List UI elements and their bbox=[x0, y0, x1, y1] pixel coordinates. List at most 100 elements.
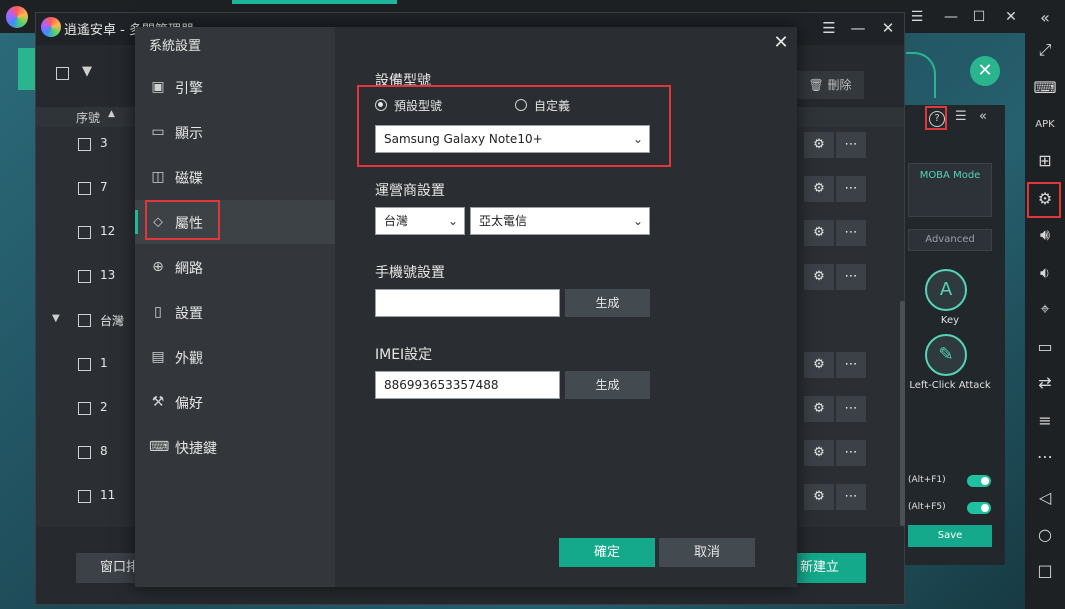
minimize-icon[interactable]: — bbox=[940, 6, 962, 28]
ok-button[interactable]: 確定 bbox=[559, 538, 655, 567]
keymap-save-button[interactable]: Save bbox=[908, 525, 992, 547]
volume-up-icon[interactable]: 🔊︎ bbox=[1033, 223, 1057, 247]
group-checkbox[interactable] bbox=[78, 314, 91, 327]
row-more-button[interactable]: ⋯ bbox=[836, 132, 866, 158]
sync-icon[interactable]: ⇄ bbox=[1033, 371, 1057, 395]
add-window-icon[interactable]: ⊞ bbox=[1033, 149, 1057, 173]
home-icon[interactable]: ○ bbox=[1033, 523, 1057, 547]
settings-sidebar: 系統設置 ▣ 引擎 ▭ 顯示 ◫ 磁碟 ⬦ 屬性 ⊕ 網路 ▯ 設置 ▤ 外觀 ⚒ 偏好 ⌨ 快捷鍵 bbox=[135, 27, 335, 587]
back-icon[interactable]: ◁ bbox=[1033, 486, 1057, 510]
row-settings-button[interactable]: ⚙ bbox=[804, 220, 834, 246]
row-more-button[interactable]: ⋯ bbox=[836, 352, 866, 378]
location-icon[interactable]: ⌖ bbox=[1033, 297, 1057, 321]
nav-item-label: 網路 bbox=[175, 261, 203, 277]
nav-item-7[interactable]: ⚒ 偏好 bbox=[135, 380, 335, 424]
nav-item-label: 偏好 bbox=[175, 396, 203, 412]
maximize-icon[interactable]: ☐ bbox=[968, 6, 990, 28]
keyboard-icon[interactable]: ⌨ bbox=[1033, 76, 1057, 100]
nav-item-1[interactable]: ▭ 顯示 bbox=[135, 110, 335, 154]
row-more-button[interactable]: ⋯ bbox=[836, 396, 866, 422]
dialog-close-icon[interactable]: ✕ bbox=[771, 33, 791, 53]
row-checkbox[interactable] bbox=[78, 402, 91, 415]
list-icon[interactable]: ≡ bbox=[1033, 409, 1057, 433]
nav-item-8[interactable]: ⌨ 快捷鍵 bbox=[135, 425, 335, 469]
help-highlight-box bbox=[925, 106, 947, 130]
collapse-icon[interactable]: « bbox=[1033, 6, 1057, 30]
keymap-collapse-icon[interactable]: « bbox=[979, 109, 987, 124]
row-checkbox[interactable] bbox=[78, 490, 91, 503]
more-icon[interactable]: ⋯ bbox=[1033, 445, 1057, 469]
moba-mode-box[interactable]: MOBA Mode bbox=[908, 163, 992, 217]
filter-icon[interactable]: ▼ bbox=[82, 64, 92, 79]
imei-label: IMEI設定 bbox=[375, 347, 433, 363]
row-settings-button[interactable]: ⚙ bbox=[804, 176, 834, 202]
right-toolbar: « ⤢ ⌨ APK ⊞ ⚙ 🔊︎ 🔉︎ ⌖ ▭ ⇄ ≡ ⋯ ◁ ○ □ bbox=[1025, 0, 1065, 609]
row-settings-button[interactable]: ⚙ bbox=[804, 440, 834, 466]
apk-icon[interactable]: APK bbox=[1033, 113, 1057, 137]
volume-down-icon[interactable]: 🔉︎ bbox=[1033, 261, 1057, 285]
create-new-button[interactable]: 新建立 bbox=[788, 553, 866, 583]
row-settings-button[interactable]: ⚙ bbox=[804, 396, 834, 422]
row-checkbox[interactable] bbox=[78, 182, 91, 195]
cancel-button[interactable]: 取消 bbox=[659, 538, 755, 567]
menu-icon[interactable]: ☰ bbox=[906, 6, 928, 28]
manager-close-icon[interactable]: ✕ bbox=[878, 18, 898, 38]
nav-item-0[interactable]: ▣ 引擎 bbox=[135, 65, 335, 109]
row-settings-button[interactable]: ⚙ bbox=[804, 484, 834, 510]
carrier-region-select[interactable]: 台灣 ⌄ bbox=[375, 207, 465, 235]
folder-icon[interactable]: ▭ bbox=[1033, 335, 1057, 359]
arrange-windows-button[interactable]: 窗口排 bbox=[76, 553, 140, 583]
close-keymap-icon[interactable]: ✕ bbox=[970, 56, 1000, 86]
key-button[interactable]: A bbox=[925, 269, 967, 311]
phone-generate-button[interactable]: 生成 bbox=[565, 289, 650, 317]
nav-item-label: 快捷鍵 bbox=[175, 441, 217, 457]
dialog-title: 系統設置 bbox=[149, 39, 202, 54]
left-click-attack-button[interactable]: ✎ bbox=[925, 334, 967, 376]
sort-asc-icon[interactable]: ▲ bbox=[108, 109, 115, 119]
row-checkbox[interactable] bbox=[78, 226, 91, 239]
row-index: 12 bbox=[100, 224, 116, 238]
nav-item-label: 顯示 bbox=[175, 126, 203, 142]
app-logo-icon bbox=[6, 6, 28, 28]
settings-content: ✕ 設備型號 預設型號 自定義 Samsung Galaxy Note10+ ⌄… bbox=[335, 27, 797, 587]
delete-button[interactable]: 🗑︎ 刪除 bbox=[796, 71, 864, 99]
row-checkbox[interactable] bbox=[78, 358, 91, 371]
carrier-label: 運營商設置 bbox=[375, 183, 445, 199]
caret-down-icon[interactable]: ▼ bbox=[52, 313, 60, 324]
close-icon[interactable]: ✕ bbox=[1000, 6, 1022, 28]
toggle1-switch[interactable] bbox=[967, 475, 991, 487]
nav-item-2[interactable]: ◫ 磁碟 bbox=[135, 155, 335, 199]
row-index: 8 bbox=[100, 444, 108, 458]
group-label: 台灣 bbox=[100, 314, 125, 328]
row-index: 11 bbox=[100, 488, 116, 502]
select-all-checkbox[interactable] bbox=[56, 67, 69, 80]
fullscreen-icon[interactable]: ⤢ bbox=[1033, 38, 1057, 62]
keymap-menu-icon[interactable]: ☰ bbox=[955, 109, 967, 124]
recent-apps-icon[interactable]: □ bbox=[1033, 559, 1057, 583]
row-checkbox[interactable] bbox=[78, 138, 91, 151]
manager-menu-icon[interactable]: ☰ bbox=[819, 18, 839, 38]
keyboard-icon: ⌨ bbox=[149, 439, 170, 455]
imei-generate-button[interactable]: 生成 bbox=[565, 371, 650, 399]
row-checkbox[interactable] bbox=[78, 446, 91, 459]
row-more-button[interactable]: ⋯ bbox=[836, 220, 866, 246]
row-more-button[interactable]: ⋯ bbox=[836, 440, 866, 466]
row-settings-button[interactable]: ⚙ bbox=[804, 352, 834, 378]
toggle2-switch[interactable] bbox=[967, 502, 991, 514]
carrier-name-select[interactable]: 亞太電信 ⌄ bbox=[470, 207, 650, 235]
row-more-button[interactable]: ⋯ bbox=[836, 176, 866, 202]
manager-minimize-icon[interactable]: — bbox=[848, 18, 868, 38]
phone-input[interactable] bbox=[375, 289, 560, 317]
key-label: Key bbox=[940, 315, 960, 326]
nav-item-6[interactable]: ▤ 外觀 bbox=[135, 335, 335, 379]
row-settings-button[interactable]: ⚙ bbox=[804, 264, 834, 290]
delete-label: 刪除 bbox=[827, 78, 852, 92]
row-settings-button[interactable]: ⚙ bbox=[804, 132, 834, 158]
imei-input[interactable]: 886993653357488 bbox=[375, 371, 560, 399]
row-more-button[interactable]: ⋯ bbox=[836, 484, 866, 510]
nav-item-4[interactable]: ⊕ 網路 bbox=[135, 245, 335, 289]
advanced-tab[interactable]: Advanced bbox=[908, 229, 992, 251]
nav-item-5[interactable]: ▯ 設置 bbox=[135, 290, 335, 334]
row-more-button[interactable]: ⋯ bbox=[836, 264, 866, 290]
row-checkbox[interactable] bbox=[78, 270, 91, 283]
